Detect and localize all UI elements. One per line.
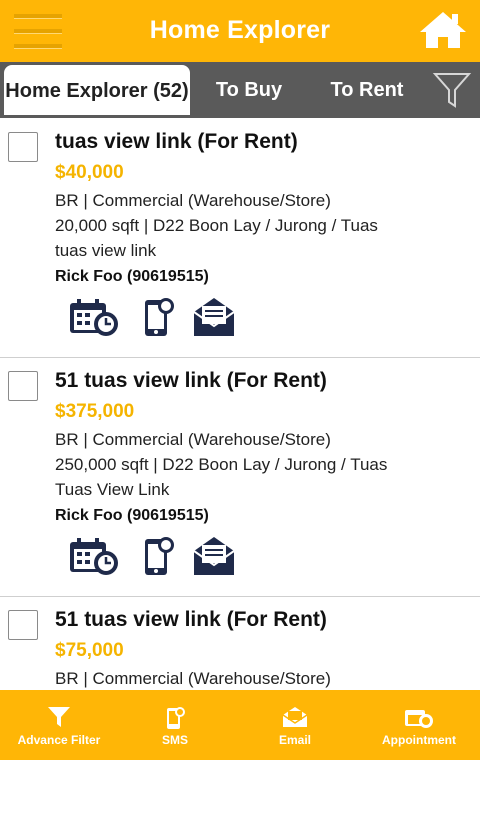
sms-icon	[164, 706, 186, 735]
listing-title: 51 tuas view link (For Rent)	[55, 369, 327, 392]
email-button[interactable]: Email	[232, 690, 358, 760]
email-icon[interactable]	[192, 535, 236, 577]
listing-checkbox[interactable]	[8, 371, 38, 401]
listing-item[interactable]: 51 tuas view link (For Rent) $375,000 BR…	[0, 357, 480, 597]
sms-icon[interactable]	[142, 535, 176, 577]
advance-filter-button[interactable]: Advance Filter	[0, 690, 118, 760]
calendar-clock-icon[interactable]	[68, 296, 120, 338]
listing-title: tuas view link (For Rent)	[55, 130, 298, 153]
sms-icon[interactable]	[142, 296, 176, 338]
listing-item[interactable]: tuas view link (For Rent) $40,000 BR | C…	[0, 118, 480, 358]
tab-to-rent[interactable]: To Rent	[310, 62, 424, 118]
listing-type: BR | Commercial (Warehouse/Store)	[55, 669, 331, 688]
listing-checkbox[interactable]	[8, 132, 38, 162]
appointment-button[interactable]: Appointment	[358, 690, 480, 760]
listing-type: BR | Commercial (Warehouse/Store)	[55, 191, 331, 210]
listing-agent: Rick Foo (90619515)	[55, 268, 209, 285]
listing-street: tuas view link	[55, 241, 157, 260]
home-icon[interactable]	[418, 10, 468, 50]
sms-button[interactable]: SMS	[118, 690, 232, 760]
top-app-bar: Home Explorer	[0, 0, 480, 62]
listing-size-district: 250,000 sqft | D22 Boon Lay / Jurong / T…	[55, 455, 388, 474]
listing-street: Tuas View Link	[55, 480, 170, 499]
tab-to-buy[interactable]: To Buy	[196, 62, 302, 118]
calendar-clock-icon[interactable]	[68, 535, 120, 577]
listing-agent: Rick Foo (90619515)	[55, 507, 209, 524]
email-icon	[282, 706, 308, 733]
app-title: Home Explorer	[149, 16, 331, 44]
funnel-icon	[47, 706, 71, 733]
listing-price: $40,000	[55, 162, 124, 183]
tab-bar: Home Explorer (52) To Buy To Rent	[0, 62, 480, 118]
listing-type: BR | Commercial (Warehouse/Store)	[55, 430, 331, 449]
listing-checkbox[interactable]	[8, 610, 38, 640]
listing-size-district: 20,000 sqft | D22 Boon Lay / Jurong / Tu…	[55, 216, 378, 235]
bottom-nav: Advance Filter SMS Email Appointment	[0, 690, 480, 760]
listing-price: $375,000	[55, 401, 135, 422]
listing-price: $75,000	[55, 640, 124, 661]
appointment-icon	[404, 706, 434, 733]
filter-icon[interactable]	[432, 70, 472, 110]
tab-home-explorer[interactable]: Home Explorer (52)	[4, 65, 190, 115]
email-icon[interactable]	[192, 296, 236, 338]
listing-title: 51 tuas view link (For Rent)	[55, 608, 327, 631]
